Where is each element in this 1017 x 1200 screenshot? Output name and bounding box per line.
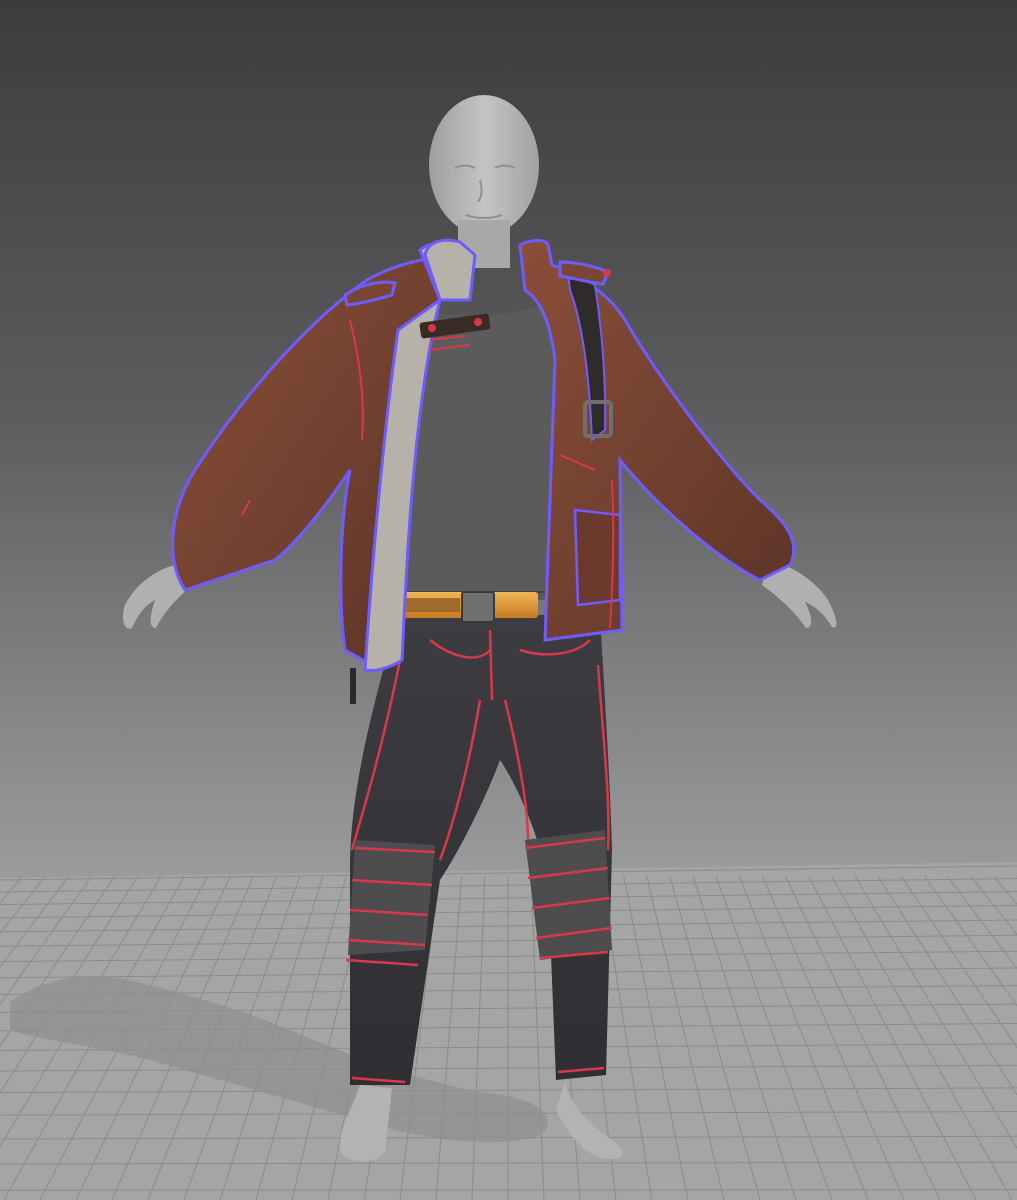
knee-wrap-left	[345, 840, 436, 967]
garment-belt[interactable]	[398, 591, 538, 623]
belt-loop	[400, 598, 460, 612]
3d-viewport[interactable]	[0, 0, 1017, 1200]
jacket-right-panel	[518, 239, 796, 642]
epaulette-pin-icon	[603, 269, 611, 277]
jacket-zipper-pull	[350, 668, 356, 704]
avatar-head	[429, 95, 539, 235]
belt-buckle	[461, 591, 495, 623]
scene-canvas[interactable]	[0, 0, 1017, 1200]
knee-wrap-right	[524, 830, 613, 960]
